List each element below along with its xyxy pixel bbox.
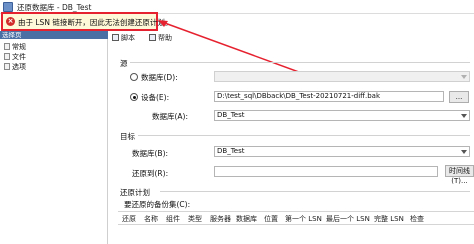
- source-database-select[interactable]: DB_Test: [214, 110, 470, 121]
- column-header[interactable]: 第一个 LSN: [285, 214, 322, 224]
- backup-sets-grid[interactable]: [118, 224, 474, 244]
- destination-database-label: 数据库(B):: [132, 149, 169, 158]
- restore-plan-divider: [160, 191, 470, 192]
- chevron-down-icon: [461, 150, 467, 154]
- database-radio[interactable]: [130, 73, 138, 81]
- restore-plan-heading: 还原计划: [120, 188, 150, 197]
- device-radio-label: 设备(E):: [141, 93, 170, 102]
- restore-to-label: 还原到(R):: [132, 169, 169, 178]
- chevron-down-icon: [461, 75, 467, 79]
- column-header[interactable]: 检查: [410, 214, 424, 224]
- column-header[interactable]: 类型: [188, 214, 202, 224]
- column-header[interactable]: 位置: [264, 214, 278, 224]
- source-database-label: 数据库(A):: [152, 112, 189, 121]
- browse-button[interactable]: ...: [449, 91, 469, 103]
- column-header[interactable]: 最后一个 LSN: [326, 214, 370, 224]
- backup-sets-grid-header: 还原 名称 组件 类型 服务器 数据库 位置 第一个 LSN 最后一个 LSN …: [118, 212, 474, 224]
- restore-to-field[interactable]: [214, 166, 438, 177]
- column-header[interactable]: 服务器: [210, 214, 231, 224]
- destination-divider: [138, 135, 470, 136]
- chevron-down-icon: [461, 114, 467, 118]
- source-database-combo: [214, 71, 470, 82]
- destination-database-select[interactable]: DB_Test: [214, 146, 470, 157]
- source-divider: [130, 62, 470, 63]
- column-header[interactable]: 组件: [166, 214, 180, 224]
- column-header[interactable]: 名称: [144, 214, 158, 224]
- device-path-field[interactable]: D:\test_sql\DBback\DB_Test-20210721-diff…: [214, 91, 444, 102]
- annotation-arrow: [158, 20, 319, 80]
- timeline-button[interactable]: 时间线(T)...: [445, 165, 474, 185]
- device-radio[interactable]: [130, 93, 138, 101]
- column-header[interactable]: 数据库: [236, 214, 257, 224]
- destination-heading: 目标: [120, 132, 135, 141]
- column-header[interactable]: 完整 LSN: [374, 214, 404, 224]
- column-header[interactable]: 还原: [122, 214, 136, 224]
- database-radio-label: 数据库(D):: [141, 73, 178, 82]
- backup-sets-label: 要还原的备份集(C):: [124, 200, 191, 209]
- source-heading: 源: [120, 59, 128, 68]
- source-database-value: DB_Test: [217, 111, 245, 119]
- destination-database-value: DB_Test: [217, 147, 245, 155]
